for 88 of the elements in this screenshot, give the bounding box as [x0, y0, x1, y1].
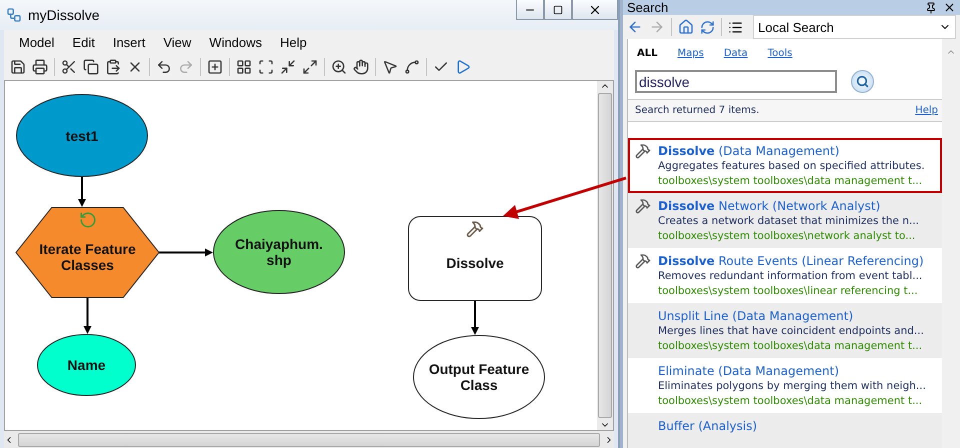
- result-description: Removes redundant information from event tabl...: [658, 269, 924, 284]
- connect-icon[interactable]: [404, 59, 420, 75]
- node-label: Name: [67, 357, 106, 373]
- result-description: Creates a network dataset that minimizes the n...: [658, 214, 920, 229]
- ellipse-node[interactable]: [37, 334, 136, 396]
- result-description: Aggregates features based on specified attributes.: [658, 159, 925, 174]
- refresh-icon[interactable]: [700, 20, 715, 34]
- paste-icon[interactable]: [105, 59, 121, 75]
- connector-arrow: [159, 248, 213, 256]
- tool-node[interactable]: [408, 216, 542, 301]
- maximize-icon: [553, 4, 563, 14]
- pin-icon[interactable]: [925, 2, 937, 14]
- hammer-icon: [635, 198, 651, 214]
- pointer-icon[interactable]: [382, 59, 398, 75]
- search-tab[interactable]: Tools: [768, 48, 792, 66]
- node-label: Dissolve: [446, 254, 504, 270]
- connector-arrow: [78, 177, 86, 207]
- search-icon: [856, 75, 869, 88]
- search-button[interactable]: [851, 70, 874, 93]
- result-path: toolboxes\system toolboxes\data management t...: [658, 174, 924, 189]
- node-label: Chaiyaphum. shp: [234, 236, 324, 268]
- panel-title: Search: [627, 0, 668, 15]
- result-title-link[interactable]: Unsplit Line (Data Management): [658, 308, 924, 324]
- back-icon[interactable]: [627, 19, 643, 35]
- ellipse-node[interactable]: [413, 335, 545, 419]
- hammer-icon: [635, 253, 651, 269]
- node-label: test1: [66, 128, 98, 144]
- result-title-link[interactable]: Dissolve Route Events (Linear Referencing): [658, 253, 924, 269]
- result-row[interactable]: Dissolve Network (Network Analyst) Creates a network dataset that minimizes the n... toolboxes\system toolboxes\network analyst to...: [628, 193, 942, 248]
- help-link[interactable]: Help: [915, 105, 938, 116]
- status-text: Search returned 7 items.: [635, 105, 760, 116]
- run-icon[interactable]: [455, 59, 471, 75]
- node-label: Iterate Feature Classes: [38, 240, 137, 272]
- results-scrollbar[interactable]: [942, 39, 960, 448]
- home-icon[interactable]: [678, 19, 694, 35]
- result-title-link[interactable]: Dissolve (Data Management): [658, 143, 925, 159]
- cut-icon[interactable]: [61, 59, 77, 75]
- connector-arrow: [84, 298, 92, 334]
- result-path: toolboxes\system toolboxes\data management t...: [658, 394, 924, 409]
- model-app-icon: [6, 7, 22, 23]
- close-icon[interactable]: [943, 1, 956, 14]
- horizontal-scrollbar[interactable]: [4, 431, 614, 448]
- result-description: Eliminates polygons by merging them with neigh...: [658, 379, 926, 394]
- save-icon[interactable]: [10, 59, 26, 75]
- result-row[interactable]: Buffer (Analysis): [628, 413, 942, 448]
- menu-item[interactable]: View: [154, 34, 200, 50]
- menu-item[interactable]: Model: [10, 34, 64, 50]
- expand-arrows-icon[interactable]: [302, 59, 318, 75]
- menu-item[interactable]: Help: [271, 34, 316, 50]
- list-icon[interactable]: [728, 20, 743, 34]
- result-title-link[interactable]: Dissolve Network (Network Analyst): [658, 198, 920, 214]
- close-button[interactable]: [572, 0, 618, 20]
- result-row[interactable]: Dissolve (Data Management) Aggregates features based on specified attributes. toolboxes\system toolboxes\data management t...: [628, 138, 942, 193]
- add-data-icon[interactable]: [207, 59, 223, 75]
- pan-hand-icon[interactable]: [353, 59, 369, 75]
- copy-icon[interactable]: [83, 59, 99, 75]
- search-tab[interactable]: Data: [724, 48, 748, 66]
- vertical-scrollbar[interactable]: [597, 81, 613, 430]
- node-label: Output Feature Class: [428, 361, 530, 393]
- menu-item[interactable]: Insert: [104, 34, 154, 50]
- ellipse-node[interactable]: [16, 94, 148, 177]
- result-row[interactable]: Unsplit Line (Data Management) Merges lines that have coincident endpoints and... toolboxes\system toolboxes\data management t...: [628, 303, 942, 358]
- search-input-field[interactable]: dissolve: [635, 70, 837, 93]
- maximize-button[interactable]: [544, 0, 572, 20]
- undo-icon[interactable]: [156, 59, 172, 75]
- loop-icon: [78, 211, 96, 229]
- search-tab[interactable]: Maps: [677, 48, 704, 66]
- zoom-in-icon[interactable]: [331, 59, 347, 75]
- result-title-link[interactable]: Eliminate (Data Management): [658, 363, 926, 379]
- search-tab[interactable]: ALL: [637, 48, 658, 66]
- grid-layout-icon[interactable]: [236, 59, 252, 75]
- result-title-link[interactable]: Buffer (Analysis): [658, 418, 758, 434]
- hexagon-node[interactable]: [15, 207, 160, 298]
- search-scope-dropdown[interactable]: Local Search: [753, 15, 956, 39]
- connector-arrow: [471, 301, 479, 335]
- result-path: toolboxes\system toolboxes\linear referencing t...: [658, 284, 919, 299]
- result-description: Merges lines that have coincident endpoints and...: [658, 324, 924, 339]
- print-icon[interactable]: [32, 59, 48, 75]
- ellipse-node[interactable]: [213, 210, 345, 294]
- menu-item[interactable]: Windows: [200, 34, 272, 50]
- menu-item[interactable]: Edit: [63, 34, 104, 50]
- shrink-arrows-icon[interactable]: [280, 59, 296, 75]
- hammer-icon: [635, 143, 651, 159]
- hammer-icon: [466, 220, 484, 238]
- window-title: myDissolve: [28, 7, 100, 23]
- result-path: toolboxes\system toolboxes\data management t...: [658, 339, 924, 354]
- fit-to-window-icon[interactable]: [258, 59, 274, 75]
- result-path: toolboxes\system toolboxes\network analyst to...: [658, 229, 916, 244]
